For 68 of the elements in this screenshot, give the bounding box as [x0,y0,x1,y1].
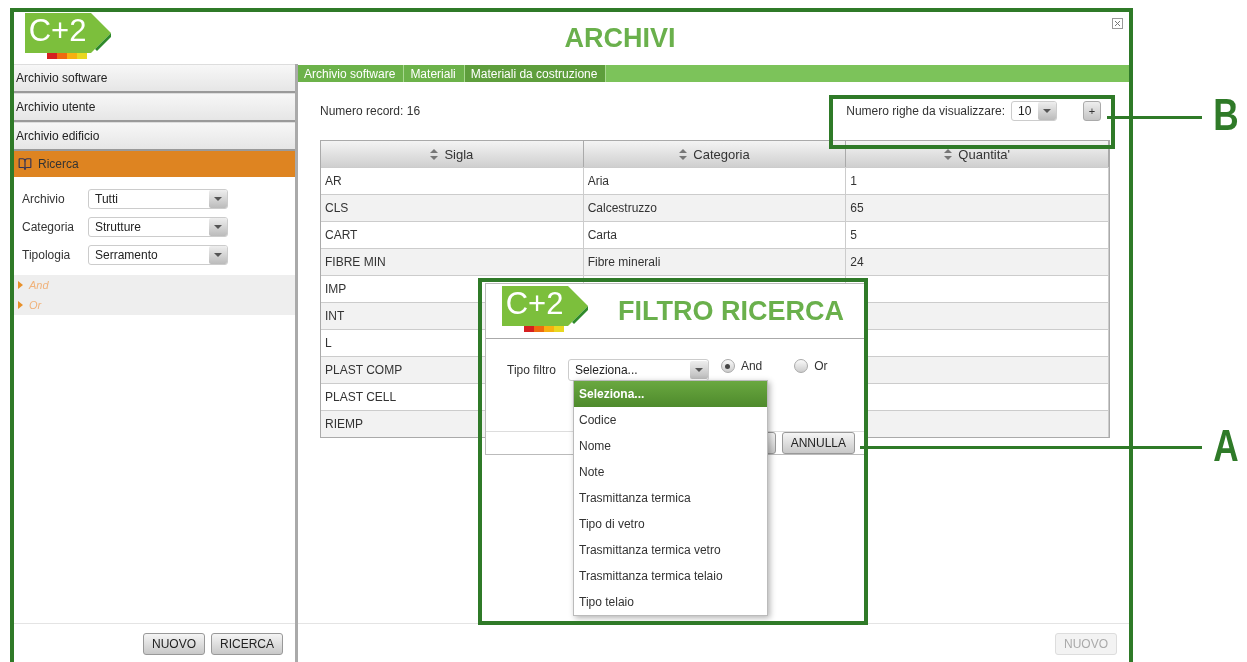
callout-label: B [1213,93,1239,137]
select-field[interactable]: Serramento [88,245,228,265]
filter-select[interactable]: Seleziona... [567,359,709,381]
radio-button[interactable] [720,359,735,373]
table-cell-text: CLS [324,201,349,215]
table-cell-text: 65 [849,201,864,215]
accordion-header[interactable]: Archivio software [14,64,295,93]
search-panel-title: Ricerca [38,157,79,171]
field-label: Tipologia [22,248,72,262]
table-cell-text: 5 [849,228,858,242]
dropdown-option[interactable]: Trasmittanza termica telaio [574,563,767,589]
dropdown-option[interactable]: Tipo telaio [574,589,767,615]
table-cell-text: Fibre minerali [586,255,661,269]
table-cell-text: AR [324,174,342,188]
accordion-header[interactable]: Archivio utente [14,93,295,122]
radio-label: And [740,359,763,373]
rows-select[interactable]: 10 [1011,101,1057,121]
dropdown-option[interactable]: Nome [574,433,767,459]
table-cell-text: IMP [324,282,347,296]
dropdown-option[interactable]: Tipo di vetro [574,511,767,537]
dropdown-option[interactable]: Note [574,459,767,485]
sort-icon [944,148,953,160]
record-count: Numero record: 16 [320,104,421,118]
field-label: Tipo filtro [507,363,556,377]
table-cell-text: 24 [849,255,864,269]
add-button[interactable]: + [1083,101,1101,121]
table-cell-text: Calcestruzzo [586,201,658,215]
field-label: Archivio [22,192,66,206]
action-button[interactable]: RICERCA [211,633,283,655]
field-label: Categoria [22,220,76,234]
window-title: ARCHIVI [564,22,676,54]
table-cell-text: PLAST CELL [324,390,397,404]
rows-label: Numero righe da visualizzare: [846,104,1005,118]
logo-text: C+2 [28,14,87,46]
sort-icon [430,148,439,160]
logo-text: C+2 [505,287,564,319]
table-cell-text: INT [324,309,345,323]
select-field[interactable]: Tutti [88,189,228,209]
sort-icon [679,148,688,160]
caret-icon [1038,102,1056,120]
triangle-icon [18,281,23,289]
caret-icon [209,246,227,264]
radio-label: Or [814,359,828,373]
dropdown-option[interactable]: Trasmittanza termica [574,485,767,511]
table-cell-text: L [324,336,332,350]
table-cell-text: PLAST COMP [324,363,403,377]
table-cell-text: FIBRE MIN [324,255,386,269]
dropdown-option[interactable]: Trasmittanza termica vetro [574,537,767,563]
search-panel-header[interactable]: Ricerca [14,151,295,177]
action-button[interactable]: NUOVO [142,633,205,655]
triangle-icon [18,301,23,309]
dialog-title: FILTRO RICERCA [618,295,844,327]
accordion-header[interactable]: Archivio edificio [14,122,295,151]
select-field[interactable]: Strutture [88,217,228,237]
table-cell-text: CART [324,228,358,242]
caret-icon [209,190,227,208]
table-cell-text: 1 [849,174,858,188]
close-icon[interactable] [1112,18,1123,29]
callout-label: A [1213,424,1239,468]
radio-button[interactable] [794,359,809,373]
caret-icon [689,361,708,379]
table-cell-text: Aria [586,174,609,188]
caret-icon [209,218,227,236]
table-cell-text: RIEMP [324,417,363,431]
table-cell-text: Carta [586,228,617,242]
cancel-button[interactable]: ANNULLA [781,432,855,454]
book-icon [18,157,32,171]
dropdown-option[interactable]: Codice [574,407,767,433]
